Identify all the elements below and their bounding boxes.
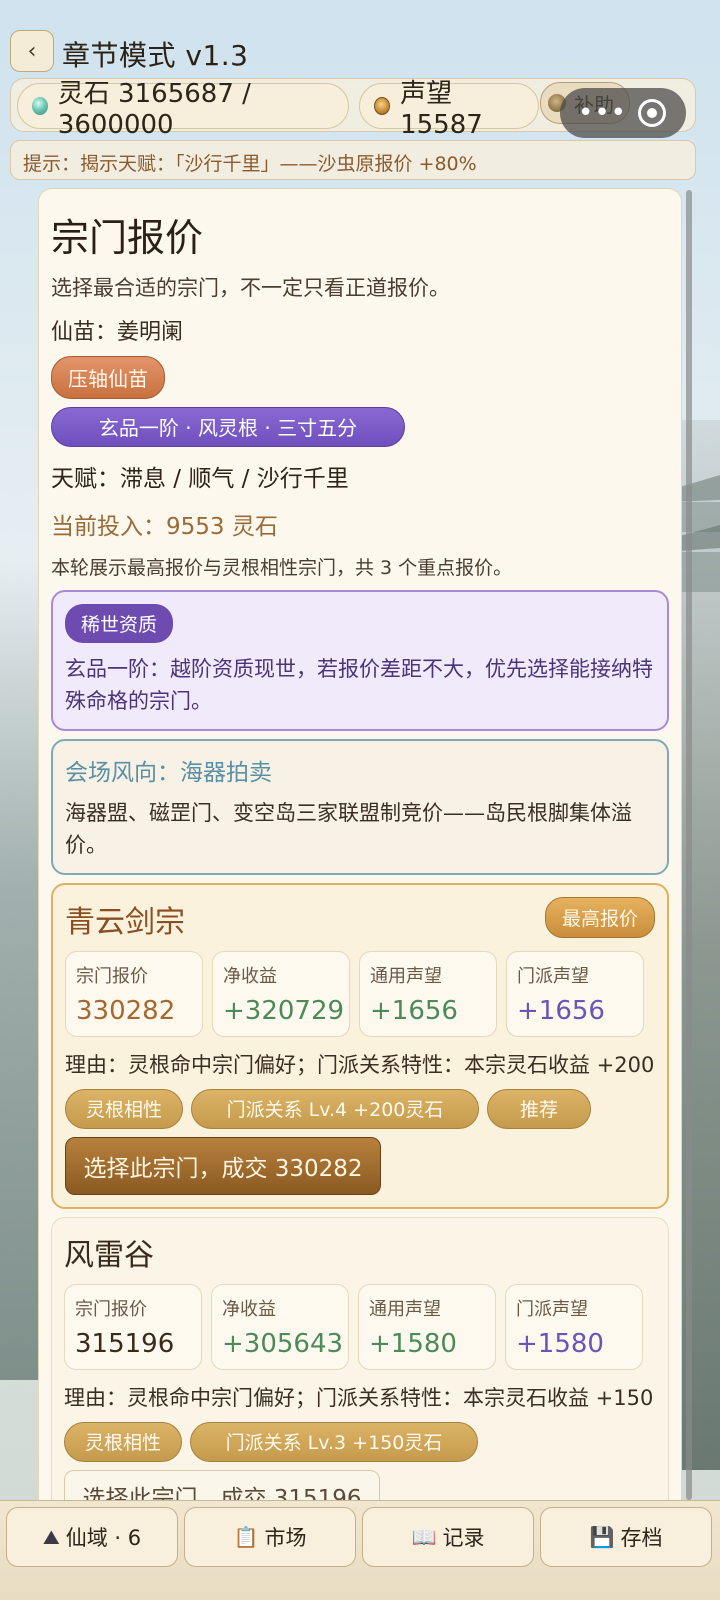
current-investment: 当前投入：9553 灵石: [51, 514, 278, 540]
scrollbar[interactable]: [686, 190, 692, 1500]
venue-trend-title: 会场风向：海器拍卖: [65, 760, 272, 786]
stat-label: 通用声望: [369, 1299, 441, 1320]
stat-value: +1656: [370, 996, 458, 1026]
stat-value: 330282: [76, 996, 176, 1026]
chevron-left-icon: ‹: [27, 38, 37, 64]
venue-trend-description: 海器盟、磁罡门、变空岛三家联盟制竞价——岛民根脚集体溢价。: [65, 801, 632, 857]
tag-sect-relation: 门派关系 Lv.4 +200灵石: [191, 1089, 479, 1129]
venue-trend-box: 会场风向：海器拍卖 海器盟、磁罡门、变空岛三家联盟制竞价——岛民根脚集体溢价。: [51, 739, 669, 875]
book-icon: 📖: [411, 1525, 437, 1549]
nav-realm-button[interactable]: ⛰ 仙域 · 6: [6, 1507, 178, 1567]
select-sect-button[interactable]: 选择此宗门，成交 330282: [65, 1137, 381, 1195]
floppy-disk-icon: 💾: [589, 1525, 615, 1549]
sect-offer-panel: 宗门报价 选择最合适的宗门，不一定只看正道报价。 仙苗：姜明阑 压轴仙苗 玄品一…: [38, 188, 682, 1518]
sect-stats: 宗门报价 330282 净收益 +320729 通用声望 +1656 门派声望 …: [65, 951, 655, 1037]
nav-market-button[interactable]: 📋 市场: [184, 1507, 356, 1567]
nav-save-button[interactable]: 💾 存档: [540, 1507, 712, 1567]
stat-net-gain: 净收益 +320729: [212, 951, 350, 1037]
stat-offer: 宗门报价 315196: [64, 1284, 202, 1370]
rare-aptitude-box: 稀世资质 玄品一阶：越阶资质现世，若报价差距不大，优先选择能接纳特殊命格的宗门。: [51, 590, 669, 731]
stat-general-fame: 通用声望 +1580: [358, 1284, 496, 1370]
sect-tags: 灵根相性 门派关系 Lv.4 +200灵石 推荐: [65, 1089, 655, 1129]
spirit-stone-value: 灵石 3165687 / 3600000: [57, 78, 251, 140]
tag-root-affinity: 灵根相性: [64, 1422, 182, 1462]
finale-badge: 压轴仙苗: [51, 356, 165, 399]
close-target-icon[interactable]: [638, 99, 666, 127]
talent-list: 天赋：滞息 / 顺气 / 沙行千里: [51, 466, 349, 492]
section-title: 宗门报价: [51, 216, 204, 260]
back-button[interactable]: ‹: [10, 30, 54, 72]
fame-value: 声望 15587: [400, 78, 483, 140]
nav-label: 记录: [442, 1526, 485, 1550]
spirit-stone-chip: 灵石 3165687 / 3600000: [17, 79, 349, 140]
sect-name: 风雷谷: [64, 1238, 154, 1273]
stat-label: 净收益: [222, 1299, 276, 1320]
sect-stats: 宗门报价 315196 净收益 +305643 通用声望 +1580 门派声望 …: [64, 1284, 656, 1370]
sect-tags: 灵根相性 门派关系 Lv.3 +150灵石: [64, 1422, 656, 1462]
sect-reason: 理由：灵根命中宗门偏好；门派关系特性：本宗灵石收益 +150: [64, 1386, 654, 1410]
mountain-icon: ⛰: [42, 1525, 60, 1549]
nav-records-button[interactable]: 📖 记录: [362, 1507, 534, 1567]
best-offer-badge: 最高报价: [544, 897, 655, 938]
grade-pill: 玄品一阶 · 风灵根 · 三寸五分: [51, 407, 405, 447]
tag-recommended: 推荐: [487, 1089, 591, 1129]
bottom-nav: ⛰ 仙域 · 6 📋 市场 📖 记录 💾 存档: [0, 1500, 720, 1600]
seedling-name: 仙苗：姜明阑: [51, 320, 184, 345]
stat-label: 净收益: [223, 966, 277, 987]
miniprogram-capsule: •••: [560, 88, 686, 138]
nav-label: 存档: [620, 1526, 663, 1550]
stat-net-gain: 净收益 +305643: [211, 1284, 349, 1370]
nav-label: 仙域 · 6: [65, 1526, 142, 1550]
stat-general-fame: 通用声望 +1656: [359, 951, 497, 1037]
nav-label: 市场: [264, 1526, 307, 1550]
stat-label: 宗门报价: [75, 1299, 147, 1320]
stat-value: +1580: [516, 1329, 604, 1359]
hint-banner: 提示：揭示天赋：「沙行千里」——沙虫原报价 +80%: [10, 140, 696, 180]
more-menu-button[interactable]: •••: [578, 98, 627, 128]
stat-sect-fame: 门派声望 +1580: [505, 1284, 643, 1370]
rare-description: 玄品一阶：越阶资质现世，若报价差距不大，优先选择能接纳特殊命格的宗门。: [65, 657, 653, 713]
page-title: 章节模式 v1.3: [62, 39, 249, 72]
offer-summary: 本轮展示最高报价与灵根相性宗门，共 3 个重点报价。: [51, 557, 513, 579]
stat-offer: 宗门报价 330282: [65, 951, 203, 1037]
stat-label: 门派声望: [517, 966, 589, 987]
stat-label: 门派声望: [516, 1299, 588, 1320]
sect-card: 青云剑宗 最高报价 宗门报价 330282 净收益 +320729 通用声望 +…: [51, 883, 669, 1209]
stat-value: +1580: [369, 1329, 457, 1359]
sect-card: 风雷谷 宗门报价 315196 净收益 +305643 通用声望 +1580 门…: [51, 1217, 669, 1517]
stat-sect-fame: 门派声望 +1656: [506, 951, 644, 1037]
medal-icon: [374, 97, 391, 115]
stat-label: 宗门报价: [76, 966, 148, 987]
section-subtitle: 选择最合适的宗门，不一定只看正道报价。: [51, 276, 450, 300]
tag-root-affinity: 灵根相性: [65, 1089, 183, 1129]
stat-value: +320729: [223, 996, 345, 1026]
rare-tag: 稀世资质: [65, 604, 174, 643]
fame-chip: 声望 15587: [359, 79, 539, 140]
clipboard-icon: 📋: [233, 1525, 259, 1549]
tag-sect-relation: 门派关系 Lv.3 +150灵石: [190, 1422, 478, 1462]
stat-value: +305643: [222, 1329, 344, 1359]
gem-icon: [32, 97, 48, 115]
stat-value: +1656: [517, 996, 605, 1026]
stat-value: 315196: [75, 1329, 175, 1359]
sect-reason: 理由：灵根命中宗门偏好；门派关系特性：本宗灵石收益 +200: [65, 1053, 655, 1077]
stat-label: 通用声望: [370, 966, 442, 987]
top-header: ‹ 章节模式 v1.3: [0, 0, 720, 78]
